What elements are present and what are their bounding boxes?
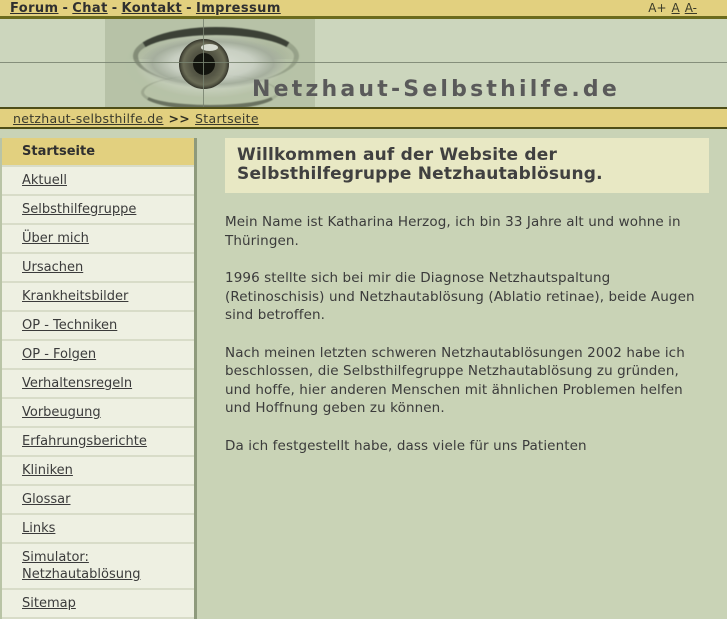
sidebar-item-label: Simulator: Netzhautablösung [22,550,141,582]
sidebar-item-verhaltensregeln[interactable]: Verhaltensregeln [2,370,194,399]
top-link-kontakt[interactable]: Kontakt [121,1,182,16]
top-link-separator-1: - [62,0,69,16]
main-content: Willkommen auf der Website der Selbsthil… [197,129,727,540]
sidebar-item-kliniken[interactable]: Kliniken [2,457,194,486]
page-body: Startseite Aktuell Selbsthilfegruppe Über m… [0,129,727,619]
sidebar-item-glossar[interactable]: Glossar [2,486,194,515]
sidebar-item-label: Ursachen [22,260,84,275]
sidebar-item-selbsthilfegruppe[interactable]: Selbsthilfegruppe [2,196,194,225]
font-size-decrease-button[interactable]: A- [685,1,697,15]
sidebar-item-vorbeugung[interactable]: Vorbeugung [2,399,194,428]
top-link-chat[interactable]: Chat [72,1,107,16]
top-link-impressum[interactable]: Impressum [196,1,281,16]
sidebar-item-aktuell[interactable]: Aktuell [2,167,194,196]
sidebar-item-label: Über mich [22,231,89,246]
content-paragraph: 1996 stellte sich bei mir die Diagnose N… [225,270,695,323]
breadcrumb-separator: >> [168,110,191,126]
sidebar-item-label: Kliniken [22,463,73,478]
sidebar-item-label: Verhaltensregeln [22,376,133,391]
sidebar-item-label: Sitemap [22,596,76,611]
sidebar-item-label: Krankheitsbilder [22,289,129,304]
top-nav-links: Forum - Chat - Kontakt - Impressum [10,1,281,16]
font-size-increase-button[interactable]: A+ [648,1,666,15]
site-title: Netzhaut-Selbsthilfe.de [252,77,621,102]
top-link-forum[interactable]: Forum [10,1,59,16]
sidebar-item-startseite[interactable]: Startseite [2,138,194,167]
font-size-normal-button[interactable]: A [672,1,680,15]
crosshair-vertical-line [203,19,204,107]
sidebar-item-label: Links [22,521,56,536]
top-utility-bar: Forum - Chat - Kontakt - Impressum A+ A … [0,0,727,19]
sidebar-item-op---folgen[interactable]: OP - Folgen [2,341,194,370]
sidebar-item-label: Aktuell [22,173,67,188]
welcome-heading-box: Willkommen auf der Website der Selbsthil… [225,138,709,193]
top-link-separator-3: - [186,0,192,16]
sidebar: Startseite Aktuell Selbsthilfegruppe Über m… [0,129,197,619]
crosshair-horizontal-line [0,62,727,63]
sidebar-item-label: Vorbeugung [22,405,101,420]
sidebar-item-label: Glossar [22,492,71,507]
content-paragraph: Nach meinen letzten schweren Netzhautabl… [225,344,685,417]
sidebar-item-krankheitsbilder[interactable]: Krankheitsbilder [2,283,194,312]
sidebar-item-erfahrungsberichte[interactable]: Erfahrungsberichte [2,428,194,457]
content-paragraph: Mein Name ist Katharina Herzog, ich bin … [225,214,681,249]
font-size-controls: A+ A A- [648,1,721,15]
sidebar-nav: Startseite Aktuell Selbsthilfegruppe Über m… [0,138,197,619]
sidebar-item-sitemap[interactable]: Sitemap [2,590,194,619]
sidebar-item-label: OP - Techniken [22,318,118,333]
breadcrumb-current-link[interactable]: Startseite [195,111,259,126]
sidebar-item-links[interactable]: Links [2,515,194,544]
sidebar-item-label: Startseite [22,144,96,159]
sidebar-item-label: Selbsthilfegruppe [22,202,137,217]
sidebar-item-ursachen[interactable]: Ursachen [2,254,194,283]
sidebar-item-label: Erfahrungsberichte [22,434,147,449]
page-title: Willkommen auf der Website der Selbsthil… [237,145,603,184]
content-paragraphs: Mein Name ist Katharina Herzog, ich bin … [225,213,709,455]
sidebar-item-ber-mich[interactable]: Über mich [2,225,194,254]
top-link-separator-2: - [111,0,118,16]
content-paragraph: Da ich festgestellt habe, dass viele für… [225,437,587,454]
sidebar-item-label: OP - Folgen [22,347,97,362]
breadcrumb-home-link[interactable]: netzhaut-selbsthilfe.de [13,111,163,126]
sidebar-item-op---techniken[interactable]: OP - Techniken [2,312,194,341]
site-header-banner: Netzhaut-Selbsthilfe.de [0,19,727,107]
breadcrumb: netzhaut-selbsthilfe.de >> Startseite [0,107,727,129]
sidebar-item-simulator-netzhautablsung[interactable]: Simulator: Netzhautablösung [2,544,194,590]
